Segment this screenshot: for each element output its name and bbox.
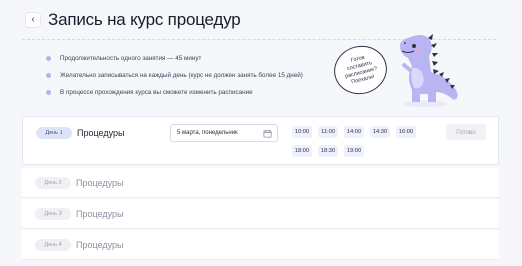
procedures-label: Процедуры <box>76 178 124 188</box>
procedures-label: Процедуры <box>76 240 124 250</box>
info-text: В процессе прохождения курса вы сможете … <box>60 89 253 96</box>
time-slot-button[interactable]: 11:00 <box>318 126 338 138</box>
dinosaur-mascot-illustration <box>400 34 458 107</box>
bullet-icon <box>46 90 51 95</box>
calendar-icon <box>263 129 272 138</box>
time-slot-button[interactable]: 18:00 <box>292 145 312 157</box>
time-slot-button[interactable]: 16:00 <box>396 126 416 138</box>
procedures-label: Процедуры <box>76 209 124 219</box>
course-day-row[interactable]: День 3 Процедуры <box>22 199 499 229</box>
bullet-icon <box>46 73 51 78</box>
time-slot-button[interactable]: 19:00 <box>344 145 364 157</box>
time-slot-button[interactable]: 14:00 <box>344 126 364 138</box>
date-value: 5 марта, понедельник <box>177 130 238 136</box>
day-badge: День 3 <box>35 208 71 220</box>
course-day-row[interactable]: День 1 Процедуры 5 марта, понедельник 10… <box>22 116 499 165</box>
day-badge: День 1 <box>36 127 72 139</box>
day-badge: День 4 <box>35 239 71 251</box>
time-slot-button[interactable]: 18:30 <box>318 145 338 157</box>
course-day-row[interactable]: День 2 Процедуры <box>22 168 499 198</box>
course-booking-page: ‹ Запись на курс процедур Продолжительно… <box>0 0 522 266</box>
info-list: Продолжительность одного занятия — 45 ми… <box>46 50 303 101</box>
speech-bubble-text: Готов составить расписание? Поехали! <box>344 54 378 86</box>
info-text: Желательно записываться на каждый день (… <box>60 72 303 79</box>
chevron-left-icon: ‹ <box>31 14 35 25</box>
info-text: Продолжительность одного занятия — 45 ми… <box>60 55 202 62</box>
info-item: Желательно записываться на каждый день (… <box>46 67 303 84</box>
info-item: В процессе прохождения курса вы сможете … <box>46 84 303 101</box>
time-slot-button[interactable]: 10:00 <box>292 126 312 138</box>
day-badge: День 2 <box>35 177 71 189</box>
date-picker-field[interactable]: 5 марта, понедельник <box>170 124 278 142</box>
time-slot-button[interactable]: 14:30 <box>370 126 390 138</box>
done-button[interactable]: Готово <box>446 124 486 140</box>
page-title: Запись на курс процедур <box>48 10 241 29</box>
bullet-icon <box>46 56 51 61</box>
speech-bubble: Готов составить расписание? Поехали! <box>328 40 393 100</box>
procedures-label: Процедуры <box>77 128 125 138</box>
back-button[interactable]: ‹ <box>25 12 41 28</box>
course-day-row[interactable]: День 4 Процедуры <box>22 230 499 260</box>
info-item: Продолжительность одного занятия — 45 ми… <box>46 50 303 67</box>
